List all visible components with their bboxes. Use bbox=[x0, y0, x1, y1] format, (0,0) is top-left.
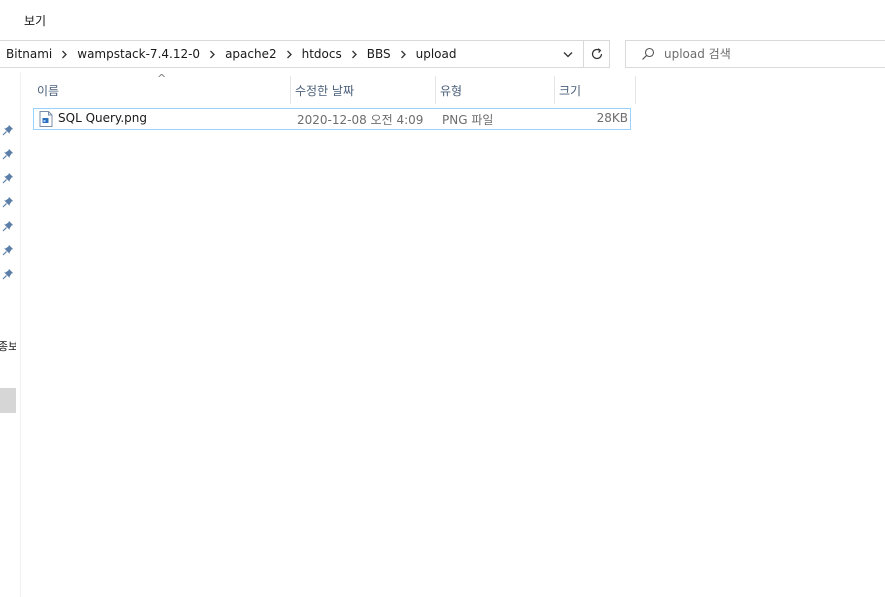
breadcrumb-upload[interactable]: upload bbox=[416, 47, 457, 61]
file-type: PNG 파일 bbox=[442, 113, 494, 127]
breadcrumb-bbs[interactable]: BBS bbox=[367, 47, 391, 61]
nav-scrollbar-thumb[interactable] bbox=[0, 388, 16, 413]
chevron-right-icon[interactable] bbox=[286, 50, 293, 59]
navigation-pane: 종보 bbox=[0, 72, 21, 597]
nav-item-truncated[interactable]: 종보 bbox=[0, 338, 16, 354]
search-box[interactable] bbox=[625, 40, 885, 68]
chevron-right-icon[interactable] bbox=[400, 50, 407, 59]
pin-icon[interactable] bbox=[2, 268, 14, 280]
png-file-icon bbox=[39, 111, 53, 127]
column-header-modified[interactable]: 수정한 날짜 bbox=[291, 76, 436, 104]
column-header-modified-label: 수정한 날짜 bbox=[295, 83, 355, 98]
pin-icon[interactable] bbox=[2, 172, 14, 184]
breadcrumb-apache2[interactable]: apache2 bbox=[225, 47, 277, 61]
column-header-type-label: 유형 bbox=[440, 83, 463, 98]
file-list: 이름 ^ 수정한 날짜 유형 크기 SQL Query.png 2020-12-… bbox=[21, 72, 885, 597]
breadcrumb: Bitnami wampstack-7.4.12-0 apache2 htdoc… bbox=[6, 41, 456, 67]
pin-icon[interactable] bbox=[2, 196, 14, 208]
pin-icon[interactable] bbox=[2, 220, 14, 232]
column-headers: 이름 ^ 수정한 날짜 유형 크기 bbox=[33, 72, 637, 104]
column-header-name-label: 이름 bbox=[37, 83, 60, 98]
search-icon bbox=[640, 46, 656, 62]
column-header-type[interactable]: 유형 bbox=[436, 76, 555, 104]
breadcrumb-bitnami[interactable]: Bitnami bbox=[6, 47, 52, 61]
pin-icon[interactable] bbox=[2, 148, 14, 160]
chevron-right-icon[interactable] bbox=[209, 50, 216, 59]
view-tab[interactable]: 보기 bbox=[24, 12, 46, 29]
chevron-right-icon[interactable] bbox=[351, 50, 358, 59]
address-bar[interactable]: Bitnami wampstack-7.4.12-0 apache2 htdoc… bbox=[0, 40, 610, 68]
pin-icon[interactable] bbox=[2, 124, 14, 136]
chevron-right-icon[interactable] bbox=[61, 50, 68, 59]
pin-icon[interactable] bbox=[2, 244, 14, 256]
ribbon: 보기 bbox=[0, 0, 885, 36]
file-name: SQL Query.png bbox=[58, 111, 147, 125]
column-header-name[interactable]: 이름 ^ bbox=[33, 72, 291, 104]
file-modified: 2020-12-08 오전 4:09 bbox=[297, 113, 424, 127]
chevron-down-icon[interactable] bbox=[556, 41, 580, 67]
file-size: 28KB bbox=[596, 111, 628, 125]
refresh-icon[interactable] bbox=[583, 41, 609, 67]
column-header-size-label: 크기 bbox=[559, 83, 582, 98]
breadcrumb-wampstack[interactable]: wampstack-7.4.12-0 bbox=[77, 47, 200, 61]
sort-up-icon: ^ bbox=[157, 72, 167, 85]
column-header-size[interactable]: 크기 bbox=[555, 76, 636, 104]
address-row: Bitnami wampstack-7.4.12-0 apache2 htdoc… bbox=[0, 38, 885, 72]
file-row[interactable]: SQL Query.png 2020-12-08 오전 4:09 PNG 파일 … bbox=[33, 108, 631, 130]
search-input[interactable] bbox=[664, 44, 874, 64]
breadcrumb-htdocs[interactable]: htdocs bbox=[302, 47, 342, 61]
